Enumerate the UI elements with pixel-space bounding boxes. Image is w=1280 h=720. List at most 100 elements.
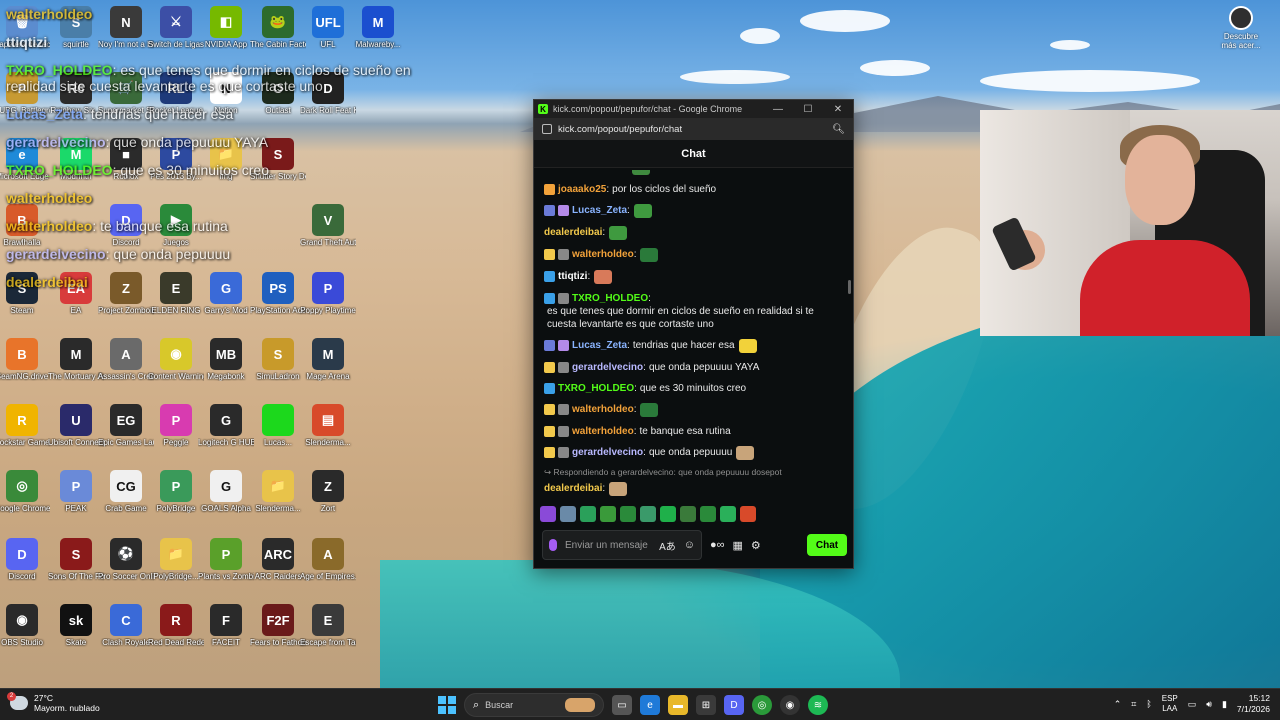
store-taskbar-icon[interactable]: ⊞ bbox=[696, 695, 716, 715]
user-badge-icon[interactable] bbox=[544, 249, 555, 260]
chat-username[interactable]: dealerdeibai bbox=[544, 170, 602, 174]
chat-username[interactable]: TXRO_HOLDEO bbox=[572, 292, 648, 305]
chat-username[interactable]: walterholdeo bbox=[572, 248, 634, 261]
chat-username[interactable]: walterholdeo bbox=[572, 425, 634, 438]
chat-message[interactable]: walterholdeo: bbox=[544, 244, 843, 266]
user-badge-icon[interactable] bbox=[558, 340, 569, 351]
chat-username[interactable]: dealerdeibai bbox=[544, 482, 602, 495]
desktop-icon-lucas[interactable]: Lucas... bbox=[250, 404, 306, 447]
desktop-icon-polybridge[interactable]: P PolyBridge bbox=[148, 470, 204, 513]
site-settings-icon[interactable] bbox=[542, 124, 552, 134]
desktop-icon-polybridge[interactable]: 📁 PolyBridge... bbox=[148, 538, 204, 581]
user-badge-icon[interactable] bbox=[558, 404, 569, 415]
desktop-icon-the-mortuary-assistant[interactable]: M The Mortuary Assistant bbox=[48, 338, 104, 381]
language-indicator[interactable]: ESP LAA bbox=[1162, 694, 1178, 714]
chat-username[interactable]: joaaako25 bbox=[558, 183, 606, 196]
desktop-icon-escape-from-tarkov[interactable]: E Escape from Tarkov bbox=[300, 604, 356, 647]
desktop-icon-logitech-g-hub[interactable]: G Logitech G HUB bbox=[198, 404, 254, 447]
user-badge-icon[interactable] bbox=[558, 205, 569, 216]
desktop-icon-peak[interactable]: P PEAK bbox=[48, 470, 104, 513]
chat-message[interactable]: dealerdeibai: bbox=[544, 478, 843, 500]
url-text[interactable]: kick.com/popout/pepufor/chat bbox=[558, 124, 832, 135]
chat-username[interactable]: TXRO_HOLDEO bbox=[558, 382, 634, 395]
close-button[interactable]: ✕ bbox=[823, 104, 853, 115]
desktop-icon-faceit[interactable]: F FACEIT bbox=[198, 604, 254, 647]
emote-shortcut[interactable] bbox=[740, 506, 756, 522]
infinity-icon[interactable]: ●∞ bbox=[710, 539, 725, 551]
desktop-icon-sons-of-the-forest[interactable]: S Sons Of The Forest bbox=[48, 538, 104, 581]
gear-icon[interactable]: ⚙ bbox=[751, 539, 761, 552]
chat-message[interactable]: gerardelvecino: que onda pepuuuu bbox=[544, 442, 843, 464]
chat-username[interactable]: dealerdeibai bbox=[544, 226, 602, 239]
user-badge-icon[interactable] bbox=[544, 426, 555, 437]
reply-indicator[interactable]: ↪ Respondiendo a gerardelvecino: que ond… bbox=[544, 464, 843, 478]
emote-shortcut[interactable] bbox=[700, 506, 716, 522]
emote-shortcut[interactable] bbox=[540, 506, 556, 522]
user-badge-icon[interactable] bbox=[558, 293, 569, 304]
send-chat-button[interactable]: Chat bbox=[807, 534, 847, 556]
desktop-icon-arc-raiders[interactable]: ARC ARC Raiders bbox=[250, 538, 306, 581]
chat-input[interactable]: Enviar un mensaje Aあ ☺ bbox=[542, 530, 702, 560]
desktop-icon-age-of-empires[interactable]: A Age of Empires... bbox=[300, 538, 356, 581]
task-view-icon[interactable]: ▭ bbox=[612, 695, 632, 715]
chat-emote[interactable] bbox=[631, 170, 650, 175]
desktop-icon-skate[interactable]: sk Skate bbox=[48, 604, 104, 647]
desktop-icon-goals-alpha[interactable]: G GOALS Alpha bbox=[198, 470, 254, 513]
user-badge-icon[interactable] bbox=[558, 447, 569, 458]
chat-username[interactable]: ttiqtizi bbox=[558, 270, 587, 283]
user-badge-icon[interactable] bbox=[558, 249, 569, 260]
maximize-button[interactable]: ☐ bbox=[793, 104, 823, 115]
user-badge-icon[interactable] bbox=[544, 271, 555, 282]
chat-emote[interactable] bbox=[640, 248, 659, 262]
emote-shortcut[interactable] bbox=[600, 506, 616, 522]
address-bar[interactable]: kick.com/popout/pepufor/chat 🔍︎ bbox=[534, 118, 853, 140]
weather-widget[interactable]: 2 27°C Mayorm. nublado bbox=[7, 692, 100, 713]
minimize-button[interactable]: — bbox=[763, 104, 793, 115]
file-explorer-icon[interactable]: ▬ bbox=[668, 695, 688, 715]
windows-start-icon[interactable] bbox=[438, 696, 456, 714]
desktop-icon-discord[interactable]: D Discord bbox=[0, 538, 50, 581]
display-icon[interactable]: ▭ bbox=[1188, 699, 1197, 710]
discord-taskbar-icon[interactable]: D bbox=[724, 695, 744, 715]
user-badge-icon[interactable] bbox=[544, 184, 555, 195]
obs-taskbar-icon[interactable]: ◉ bbox=[780, 695, 800, 715]
spotify-taskbar-icon[interactable]: ≋ bbox=[808, 695, 828, 715]
desktop-icon-slenderma[interactable]: ▤ Slenderma... bbox=[300, 404, 356, 447]
user-badge-icon[interactable] bbox=[544, 340, 555, 351]
chat-message[interactable]: dealerdeibai: bbox=[544, 222, 843, 244]
chat-emote[interactable] bbox=[594, 270, 613, 284]
user-badge-icon[interactable] bbox=[544, 447, 555, 458]
chat-message[interactable]: dealerdeibai:me2 bbox=[544, 170, 843, 179]
chat-username[interactable]: gerardelvecino bbox=[572, 446, 643, 459]
chevron-up-icon[interactable]: ⌃ bbox=[1114, 699, 1122, 710]
desktop-icon-plants-vs-zombies-tr[interactable]: P Plants vs Zombies Tr... bbox=[198, 538, 254, 581]
chat-emote[interactable] bbox=[633, 204, 652, 218]
emote-shortcut[interactable] bbox=[580, 506, 596, 522]
volume-icon[interactable]: 🔊︎ bbox=[1206, 699, 1212, 710]
desktop-icon-obs-studio[interactable]: ◉ OBS Studio bbox=[0, 604, 50, 647]
desktop-icon-beamng-drive[interactable]: B BeamNG.drive bbox=[0, 338, 50, 381]
user-badge-icon[interactable] bbox=[544, 362, 555, 373]
desktop-icon-google-chrome[interactable]: ◎ Google Chrome bbox=[0, 470, 50, 513]
chat-emote[interactable] bbox=[609, 226, 628, 240]
desktop-icon-assassin-s-creed[interactable]: A Assassin's Creed bbox=[98, 338, 154, 381]
chat-emote[interactable] bbox=[736, 446, 755, 460]
chat-message[interactable]: TXRO_HOLDEO: es que tenes que dormir en c… bbox=[544, 288, 843, 335]
chat-message-list[interactable]: dealerdeibai:me2joaaako25:por los ciclos… bbox=[534, 170, 853, 500]
user-badge-icon[interactable] bbox=[544, 293, 555, 304]
emote-shortcut[interactable] bbox=[680, 506, 696, 522]
emote-shortcut[interactable] bbox=[620, 506, 636, 522]
desktop-icon-red-dead-redempti[interactable]: R Red Dead Redempti... bbox=[148, 604, 204, 647]
desktop-icon-peggle[interactable]: P Peggle bbox=[148, 404, 204, 447]
emote-shortcut[interactable] bbox=[660, 506, 676, 522]
chat-message[interactable]: Lucas_Zeta: tendrias que hacer esa bbox=[544, 335, 843, 357]
emoji-icon[interactable]: ☺ bbox=[684, 539, 695, 551]
emote-shortcut[interactable] bbox=[640, 506, 656, 522]
emote-shortcut[interactable] bbox=[560, 506, 576, 522]
desktop-icon-fears-to-fathom[interactable]: F2F Fears to Fathom... bbox=[250, 604, 306, 647]
chat-emote[interactable] bbox=[640, 403, 659, 417]
desktop-icon-discover[interactable]: Descubre más acer... bbox=[1218, 6, 1264, 50]
network-icon[interactable]: ⌗ bbox=[1131, 699, 1136, 710]
chat-emote[interactable] bbox=[738, 339, 757, 353]
chat-username[interactable]: Lucas_Zeta bbox=[572, 204, 627, 217]
